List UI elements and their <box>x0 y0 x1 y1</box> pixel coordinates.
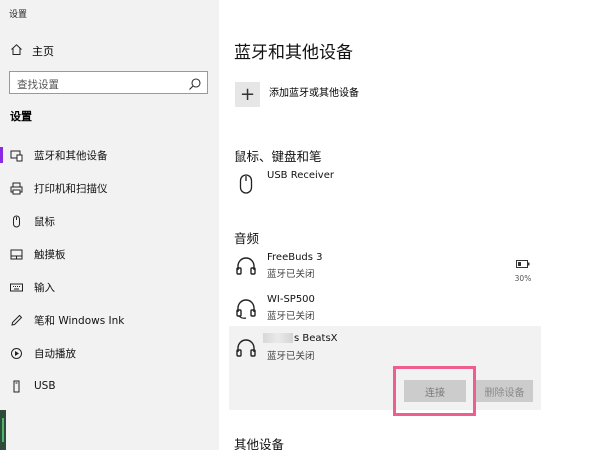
autoplay-icon <box>9 346 23 360</box>
home-label: 主页 <box>32 45 54 58</box>
sidebar-item-label: 打印机和扫描仪 <box>34 182 108 195</box>
sidebar-item-mouse[interactable]: 鼠标 <box>0 210 219 232</box>
plus-icon: + <box>239 84 256 105</box>
bluetooth-devices-icon <box>9 148 23 162</box>
window-title: 设置 <box>9 10 28 20</box>
headphones-icon <box>234 254 258 278</box>
battery-icon <box>516 260 530 268</box>
printer-icon <box>9 181 23 195</box>
search-placeholder: 查找设置 <box>17 79 59 91</box>
device-name: USB Receiver <box>267 170 334 181</box>
group-title-audio: 音频 <box>234 231 260 246</box>
annotation-highlight <box>393 366 476 416</box>
device-name: FreeBuds 3 <box>267 252 323 263</box>
device-name: WI-SP500 <box>267 294 315 305</box>
page-title: 蓝牙和其他设备 <box>234 43 353 63</box>
device-status: 蓝牙已关闭 <box>267 269 315 280</box>
taskbar-edge <box>0 410 6 450</box>
device-usb-receiver[interactable]: USB Receiver <box>229 166 541 208</box>
search-input[interactable]: 查找设置 <box>9 71 208 94</box>
sidebar-item-touchpad[interactable]: 触摸板 <box>0 243 219 265</box>
sidebar-item-printers[interactable]: 打印机和扫描仪 <box>0 177 219 199</box>
group-title-other: 其他设备 <box>234 437 285 450</box>
sidebar-item-label: USB <box>34 380 56 392</box>
usb-icon <box>9 379 23 393</box>
mouse-icon <box>9 214 23 228</box>
pen-icon <box>9 313 23 327</box>
sidebar-item-label: 输入 <box>34 281 55 294</box>
keyboard-icon <box>9 280 23 294</box>
device-status: 蓝牙已关闭 <box>267 311 315 322</box>
settings-section-title: 设置 <box>10 110 32 123</box>
add-device-button[interactable]: + <box>235 82 260 107</box>
remove-device-button[interactable]: 删除设备 <box>476 380 533 402</box>
sidebar-item-label: 笔和 Windows Ink <box>34 314 125 327</box>
sidebar-item-label: 自动播放 <box>34 347 76 360</box>
headset-icon <box>234 296 258 320</box>
sidebar-item-typing[interactable]: 输入 <box>0 276 219 298</box>
sidebar-item-pen[interactable]: 笔和 Windows Ink <box>0 309 219 331</box>
sidebar-item-label: 蓝牙和其他设备 <box>34 149 108 162</box>
group-title-input: 鼠标、键盘和笔 <box>234 149 322 164</box>
battery-indicator: 30% <box>513 253 533 283</box>
headphones-icon <box>234 336 258 360</box>
redacted-name-block <box>263 333 293 343</box>
device-name: s BeatsX <box>263 333 338 344</box>
battery-percent: 30% <box>514 274 532 283</box>
device-freebuds[interactable]: FreeBuds 3 蓝牙已关闭 30% <box>229 248 541 290</box>
sidebar-item-bluetooth[interactable]: 蓝牙和其他设备 <box>0 144 219 166</box>
touchpad-icon <box>9 247 23 261</box>
main-content: 蓝牙和其他设备 + 添加蓝牙或其他设备 鼠标、键盘和笔 USB Receiver… <box>219 0 600 450</box>
search-icon[interactable] <box>188 76 202 90</box>
home-icon <box>10 43 23 59</box>
sidebar-item-label: 触摸板 <box>34 248 66 261</box>
add-device-label[interactable]: 添加蓝牙或其他设备 <box>269 84 359 99</box>
device-status: 蓝牙已关闭 <box>267 351 315 362</box>
sidebar-item-usb[interactable]: USB <box>0 375 219 397</box>
sidebar: 设置 主页 查找设置 设置 蓝牙和其他设备 打印机和扫描仪 鼠标 触摸板 输入 … <box>0 0 219 450</box>
mouse-icon <box>234 172 258 196</box>
sidebar-item-label: 鼠标 <box>34 215 55 228</box>
sidebar-item-autoplay[interactable]: 自动播放 <box>0 342 219 364</box>
home-link[interactable]: 主页 <box>10 43 54 59</box>
